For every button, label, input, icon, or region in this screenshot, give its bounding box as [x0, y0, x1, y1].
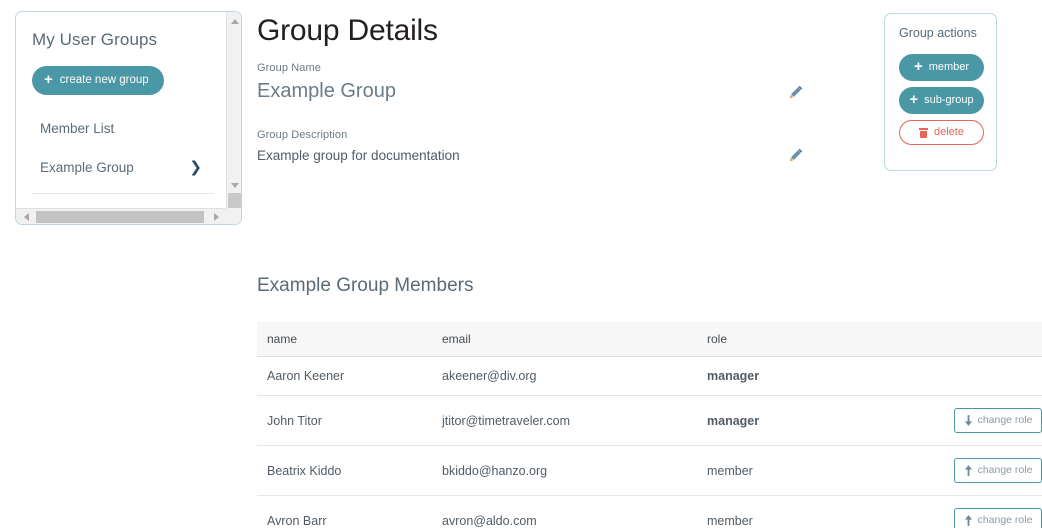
column-header-name: name: [257, 322, 432, 357]
group-description-label: Group Description: [257, 129, 348, 141]
plus-icon: +: [909, 91, 919, 108]
member-role-cell: member: [707, 513, 753, 528]
plus-icon: +: [913, 58, 923, 75]
member-email-cell: akeener@div.org: [432, 356, 697, 396]
table-header-row: name email role: [257, 322, 1042, 357]
app-root: My User Groups + create new group Member…: [0, 0, 1042, 528]
member-action-cell: change role: [937, 496, 1042, 528]
table-row: Aaron Keener akeener@div.org manager: [257, 356, 1042, 396]
change-role-label: change role: [977, 514, 1033, 527]
group-name-label: Group Name: [257, 62, 321, 74]
group-details-section: Group Details Group Name Example Group G…: [257, 14, 817, 189]
add-subgroup-button[interactable]: + sub-group: [899, 87, 984, 114]
scroll-up-icon[interactable]: [227, 14, 241, 29]
group-description-field: Group Description Example group for docu…: [257, 129, 817, 163]
nav-divider: [32, 193, 214, 194]
delete-group-button[interactable]: delete: [899, 120, 984, 145]
change-role-button[interactable]: change role: [954, 508, 1042, 528]
member-name-cell: Beatrix Kiddo: [257, 445, 432, 496]
group-nav-list: Member List Example Group ❯: [32, 113, 214, 194]
add-subgroup-label: sub-group: [924, 94, 974, 106]
members-table-head: name email role: [257, 322, 1042, 357]
group-name-value: Example Group: [257, 80, 396, 102]
member-email-cell: jtitor@timetraveler.com: [432, 395, 697, 446]
arrow-up-icon: [964, 465, 972, 476]
sidebar-item-label: Example Group: [40, 160, 134, 175]
column-header-role: role: [697, 322, 937, 357]
column-header-actions: [937, 322, 1042, 357]
member-name-cell: Aaron Keener: [257, 356, 432, 396]
scroll-down-icon[interactable]: [227, 178, 241, 193]
create-new-group-button[interactable]: + create new group: [32, 66, 164, 95]
user-groups-title: My User Groups: [32, 30, 158, 49]
table-row: Avron Barr avron@aldo.com member change rol…: [257, 496, 1042, 528]
change-role-label: change role: [977, 414, 1033, 427]
scroll-left-icon[interactable]: [18, 209, 34, 224]
user-groups-panel: My User Groups + create new group Member…: [15, 11, 242, 225]
sidebar-item-example-group[interactable]: Example Group ❯: [32, 152, 214, 183]
member-email-cell: bkiddo@hanzo.org: [432, 445, 697, 496]
delete-group-label: delete: [934, 126, 964, 138]
column-header-email: email: [432, 322, 697, 357]
add-member-label: member: [928, 61, 970, 73]
sidebar-item-member-list[interactable]: Member List: [32, 113, 214, 144]
members-table-body: Aaron Keener akeener@div.org manager John T…: [257, 356, 1042, 528]
chevron-right-icon: ❯: [189, 159, 202, 176]
user-groups-panel-content: My User Groups + create new group Member…: [16, 12, 228, 210]
members-table-wrapper: name email role Aaron Keener akeener@div.…: [257, 322, 1042, 528]
member-action-cell: change role: [937, 445, 1042, 496]
edit-group-description-pencil-icon[interactable]: [788, 147, 804, 163]
change-role-label: change role: [977, 464, 1033, 477]
change-role-button[interactable]: change role: [954, 458, 1042, 483]
arrow-down-icon: [964, 415, 972, 426]
members-section-title: Example Group Members: [257, 275, 474, 296]
table-row: Beatrix Kiddo bkiddo@hanzo.org member chang…: [257, 445, 1042, 496]
member-name-cell: Avron Barr: [267, 513, 327, 528]
group-actions-card: Group actions + member + sub-group delet…: [884, 13, 997, 171]
member-role-cell: manager: [697, 356, 937, 396]
member-role-cell: manager: [697, 395, 937, 446]
edit-group-name-pencil-icon[interactable]: [788, 84, 804, 100]
group-description-value: Example group for documentation: [257, 147, 460, 163]
member-email-cell: avron@aldo.com: [442, 513, 537, 528]
member-action-cell: change role: [937, 395, 1042, 446]
member-name-cell: John Titor: [257, 395, 432, 446]
table-row: John Titor jtitor@timetraveler.com manager…: [257, 395, 1042, 446]
member-action-cell: [937, 356, 1042, 396]
create-new-group-label: create new group: [59, 73, 149, 86]
change-role-button[interactable]: change role: [954, 408, 1042, 433]
trash-icon: [919, 127, 928, 138]
scrollbar-corner: [226, 208, 241, 224]
sidebar-item-label: Member List: [40, 121, 115, 136]
add-member-button[interactable]: + member: [899, 54, 984, 81]
member-role-cell: member: [697, 445, 937, 496]
group-name-field: Group Name Example Group: [257, 62, 817, 103]
horizontal-scroll-thumb[interactable]: [36, 211, 204, 223]
arrow-up-icon: [964, 515, 972, 526]
sidebar-vertical-scrollbar[interactable]: [226, 12, 241, 211]
page-title: Group Details: [257, 14, 438, 47]
group-actions-title: Group actions: [899, 26, 977, 40]
scroll-right-icon[interactable]: [208, 209, 224, 224]
members-table: name email role Aaron Keener akeener@div.…: [257, 322, 1042, 528]
plus-icon: +: [44, 71, 53, 88]
sidebar-horizontal-scrollbar[interactable]: [16, 208, 241, 224]
